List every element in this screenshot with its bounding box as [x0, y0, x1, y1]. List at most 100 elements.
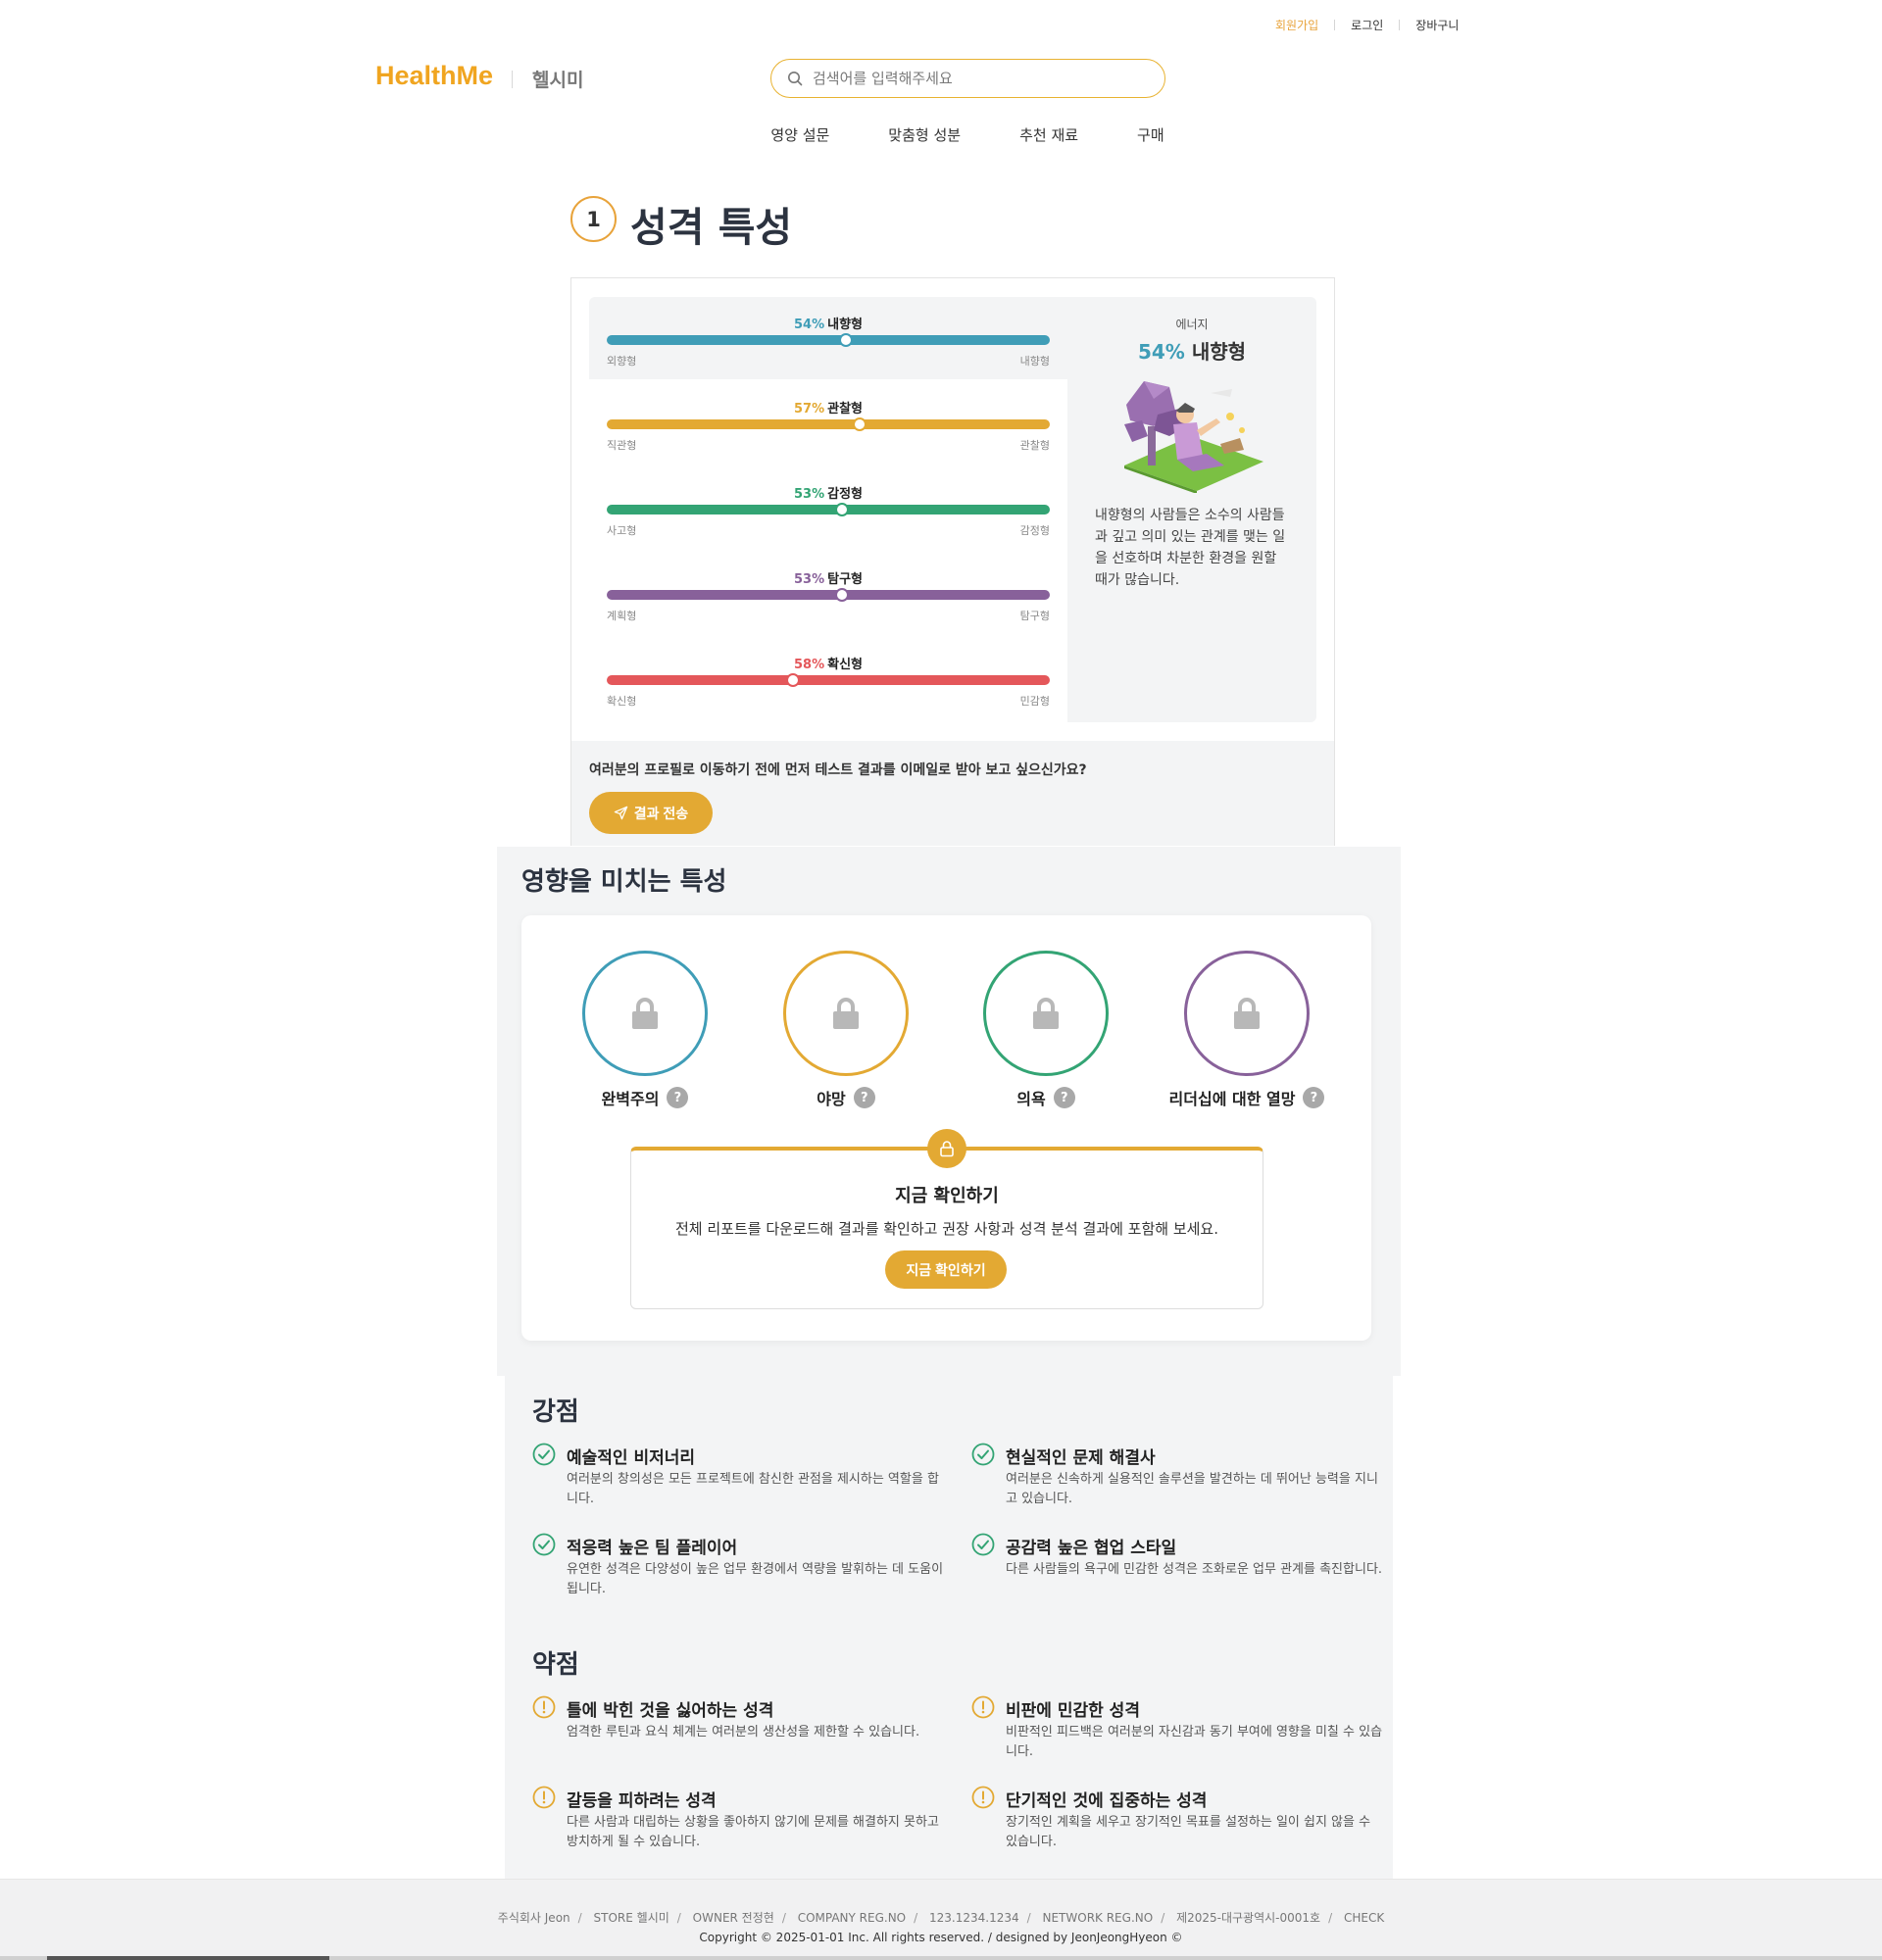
help-icon[interactable]: ?: [1303, 1087, 1325, 1108]
page-title: 성격 특성: [630, 204, 793, 251]
trait-right-label: 감정형: [1019, 524, 1050, 537]
trait-left-label: 계획형: [607, 610, 637, 622]
trait-left-label: 직관형: [607, 439, 637, 452]
strength-desc: 다른 사람들의 욕구에 민감한 성격은 조화로운 업무 관계를 촉진합니다.: [1006, 1562, 1383, 1577]
strength-desc: 유연한 성격은 다양성이 높은 업무 환경에서 역량을 발휘하는 데 도움이 됩…: [567, 1562, 944, 1596]
divider: [1399, 20, 1401, 30]
strength-title: 적응력 높은 팀 플레이어: [567, 1539, 738, 1558]
nav-item-ingredients[interactable]: 맞춤형 성분: [888, 124, 961, 145]
trait-category: 에너지: [1175, 318, 1209, 331]
footer-separator: /: [914, 1911, 918, 1925]
trait-right-label: 민감형: [1019, 695, 1050, 708]
footer-check-link[interactable]: CHECK: [1344, 1911, 1384, 1925]
cart-link[interactable]: 장바구니: [1415, 17, 1459, 33]
trait-marker: [839, 333, 854, 347]
trait-row[interactable]: 54% 내향형 외향형 내향형: [607, 314, 1050, 372]
trait-result: 54% 내향형: [1137, 340, 1247, 364]
footer-owner: OWNER 전정현: [692, 1911, 774, 1925]
help-icon[interactable]: ?: [667, 1087, 689, 1108]
footer-network-reg-label: NETWORK REG.NO: [1042, 1911, 1154, 1925]
strength-title: 공감력 높은 협업 스타일: [1006, 1539, 1177, 1558]
nav-item-survey[interactable]: 영양 설문: [770, 124, 829, 145]
locked-trait-perfectionism[interactable]: 완벽주의?: [547, 951, 743, 1113]
locked-trait-ambition[interactable]: 야망?: [748, 951, 944, 1113]
trait-left-label: 확신형: [607, 695, 637, 708]
trait-description: 내향형의 사람들은 소수의 사람들과 깊고 의미 있는 관계를 맺는 일을 선호…: [1095, 508, 1286, 588]
strengths-title: 강점: [532, 1397, 579, 1427]
trait-name: 완벽주의?: [547, 1086, 743, 1109]
section-title: 영향을 미치는 특성: [521, 867, 727, 897]
introvert-illustration: [1124, 381, 1263, 493]
footer-store: STORE 헬시미: [593, 1911, 669, 1925]
footer-separator: /: [577, 1911, 582, 1925]
trait-label: 57% 관찰형: [793, 402, 863, 416]
trait-ring: [783, 951, 909, 1076]
search-icon[interactable]: [787, 71, 803, 86]
email-question: 여러분의 프로필로 이동하기 전에 먼저 테스트 결과를 이메일로 받아 보고 …: [589, 762, 1087, 778]
trait-marker: [785, 673, 800, 687]
footer-separator: /: [1161, 1911, 1165, 1925]
warning-circle-icon: [532, 1786, 556, 1809]
lock-icon: [632, 998, 658, 1029]
logo-subtitle: 헬시미: [532, 70, 584, 91]
trait-name: 리더십에 대한 열망?: [1149, 1086, 1345, 1109]
help-icon[interactable]: ?: [853, 1087, 875, 1108]
unlock-icon: [927, 1129, 966, 1168]
check-now-button[interactable]: 지금 확인하기: [885, 1250, 1007, 1289]
warning-circle-icon: [532, 1695, 556, 1719]
send-result-button[interactable]: 결과 전송: [589, 792, 713, 834]
trait-bar: [607, 419, 1050, 429]
footer-separator: /: [676, 1911, 681, 1925]
signup-link[interactable]: 회원가입: [1275, 17, 1318, 33]
trait-ring: [582, 951, 708, 1076]
weakness-desc: 다른 사람과 대립하는 상황을 좋아하지 않기에 문제를 해결하지 못하고 방치…: [567, 1815, 939, 1849]
footer-company-reg-label: COMPANY REG.NO: [797, 1911, 907, 1925]
nav-item-recommend[interactable]: 추천 재료: [1019, 124, 1078, 145]
help-icon[interactable]: ?: [1053, 1087, 1075, 1108]
trait-label: 54% 내향형: [793, 318, 863, 332]
weaknesses-title: 약점: [532, 1650, 579, 1680]
weakness-desc: 비판적인 피드백은 여러분의 자신감과 동기 부여에 영향을 미칠 수 있습니다…: [1006, 1725, 1383, 1759]
warning-circle-icon: [971, 1695, 995, 1719]
main-nav: 영양 설문 맞춤형 성분 추천 재료 구매: [0, 124, 1882, 145]
divider: [512, 71, 513, 88]
trait-name: 야망?: [748, 1086, 944, 1109]
strength-title: 현실적인 문제 해결사: [1006, 1448, 1156, 1468]
locked-trait-leadership[interactable]: 리더십에 대한 열망?: [1149, 951, 1345, 1113]
unlock-description: 전체 리포트를 다운로드해 결과를 확인하고 권장 사항과 성격 분석 결과에 …: [674, 1220, 1219, 1238]
footer-company: 주식회사 Jeon: [497, 1911, 570, 1925]
trait-row[interactable]: 57% 관찰형 직관형 관찰형: [607, 398, 1050, 457]
utility-nav: 회원가입 로그인 장바구니: [1275, 17, 1459, 33]
check-circle-icon: [971, 1533, 995, 1556]
trait-row[interactable]: 58% 확신형 확신형 민감형: [607, 654, 1050, 712]
trait-left-label: 사고형: [607, 524, 637, 537]
footer-company-reg-no: 123.1234.1234: [929, 1911, 1019, 1925]
locked-trait-drive[interactable]: 의욕?: [948, 951, 1144, 1113]
trait-row[interactable]: 53% 감정형 사고형 감정형: [607, 483, 1050, 542]
check-circle-icon: [971, 1443, 995, 1466]
trait-label: 53% 감정형: [793, 487, 863, 502]
divider: [1334, 20, 1336, 30]
trait-row[interactable]: 53% 탐구형 계획형 탐구형: [607, 568, 1050, 627]
trait-bar: [607, 675, 1050, 685]
footer-copyright: Copyright © 2025-01-01 Inc. All rights r…: [699, 1931, 1183, 1944]
scrollbar-thumb[interactable]: [47, 1956, 329, 1960]
trait-label: 53% 탐구형: [793, 572, 863, 587]
warning-circle-icon: [971, 1786, 995, 1809]
weakness-desc: 엄격한 루틴과 요식 체계는 여러분의 생산성을 제한할 수 있습니다.: [567, 1725, 920, 1740]
nav-item-purchase[interactable]: 구매: [1137, 124, 1164, 145]
trait-name: 의욕?: [948, 1086, 1144, 1109]
weakness-title: 비판에 민감한 성격: [1006, 1701, 1140, 1721]
trait-right-label: 관찰형: [1019, 439, 1050, 452]
lock-icon: [1234, 998, 1260, 1029]
search-input[interactable]: [813, 70, 1146, 87]
login-link[interactable]: 로그인: [1351, 17, 1383, 33]
send-result-label: 결과 전송: [633, 805, 689, 821]
unlock-title: 지금 확인하기: [895, 1186, 999, 1206]
footer-separator: /: [1026, 1911, 1031, 1925]
trait-bar: [607, 505, 1050, 514]
search-box: [770, 59, 1165, 98]
check-circle-icon: [532, 1533, 556, 1556]
trait-marker: [852, 417, 867, 431]
logo[interactable]: HealthMe: [375, 61, 493, 91]
